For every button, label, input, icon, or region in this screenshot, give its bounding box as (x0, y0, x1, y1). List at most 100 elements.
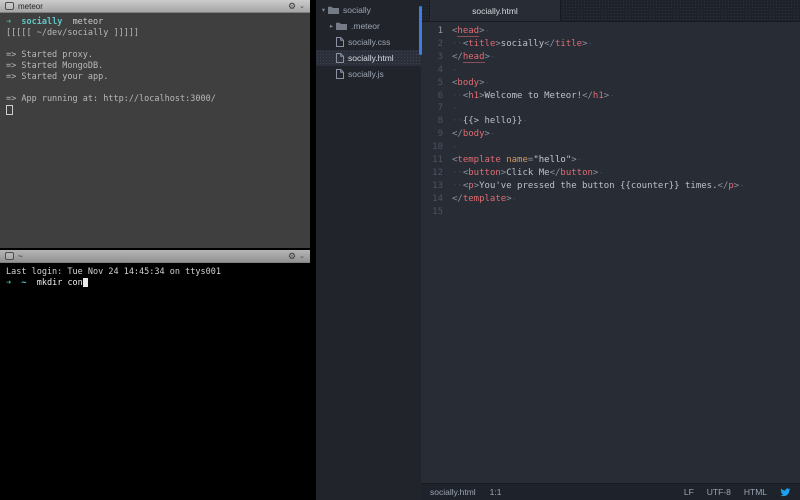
chevron-down-icon[interactable]: ⌄ (299, 3, 305, 10)
terminal-tab-icon (5, 2, 14, 10)
code-token: title (468, 38, 496, 49)
code-token: You've pressed the button {{counter}} ti… (479, 180, 718, 191)
line-number: 7 (437, 103, 443, 114)
line-number: 6 (437, 90, 443, 101)
code-line[interactable]: 8 ··{{> hello}}- (421, 115, 800, 128)
code-line[interactable]: 4- (421, 64, 800, 77)
terminal-cursor (6, 105, 13, 115)
code-content: ··<h1>Welcome to Meteor!</h1>- (452, 90, 615, 103)
code-line[interactable]: 12 ··<button>Click Me</button>- (421, 167, 800, 180)
code-content: <template name="hello">- (452, 154, 582, 167)
code-line[interactable]: 15 (421, 206, 800, 219)
code-content: </template>- (452, 193, 517, 206)
terminal-line: [[[[[ ~/dev/socially ]]]]] (6, 28, 304, 39)
terminal-text: [[[[[ ~/dev/socially ]]]]] (6, 28, 140, 38)
tree-item-socially[interactable]: ▾ socially (316, 2, 421, 18)
status-file-name[interactable]: socially.html (430, 487, 476, 497)
terminal-text: => App running at: http://localhost:3000… (6, 94, 216, 104)
line-number: 12 (432, 167, 443, 178)
code-line[interactable]: 10- (421, 141, 800, 154)
terminal-line: ➜ ~ mkdir con (6, 278, 304, 289)
folder-icon (328, 6, 339, 14)
status-line-ending[interactable]: LF (684, 487, 694, 497)
invisible-char: ·· (452, 167, 463, 178)
invisible-char: ·· (452, 90, 463, 101)
line-number: 15 (432, 206, 443, 217)
line-number: 4 (437, 64, 443, 75)
code-editor[interactable]: 1 <head>- 2 ··<title>socially</title>- 3 </he… (421, 22, 800, 483)
code-line[interactable]: 14 </template>- (421, 193, 800, 206)
file-icon (336, 53, 344, 63)
code-content (452, 206, 457, 219)
tree-item-label: socially.css (348, 37, 391, 47)
status-bar: socially.html 1:1 LF UTF-8 HTML (421, 483, 800, 500)
terminal-header[interactable]: ~ ⚙ ⌄ (0, 250, 310, 263)
code-line[interactable]: 1 <head>- (421, 25, 800, 38)
tree-item-.meteor[interactable]: ▸ .meteor (316, 18, 421, 34)
status-encoding[interactable]: UTF-8 (707, 487, 731, 497)
code-content: ··<p>You've pressed the button {{counter… (452, 180, 745, 193)
line-number: 2 (437, 38, 443, 49)
terminal-header[interactable]: meteor ⚙ ⌄ (0, 0, 310, 13)
gear-icon[interactable]: ⚙ (288, 251, 296, 261)
tab-label: socially.html (472, 5, 518, 16)
code-line[interactable]: 3 </head>- (421, 51, 800, 64)
invisible-char: - (739, 180, 745, 191)
code-line[interactable]: 13 ··<p>You've pressed the button {{count… (421, 180, 800, 193)
terminal-window-shell: ~ ⚙ ⌄ Last login: Tue Nov 24 14:45:34 on… (0, 250, 310, 500)
invisible-char: ·· (452, 38, 463, 49)
file-icon (336, 69, 344, 79)
terminal-output[interactable]: ➜ socially meteor[[[[[ ~/dev/socially ]]… (0, 13, 310, 118)
code-token: socially (500, 38, 545, 49)
code-line[interactable]: 5 <body>- (421, 77, 800, 90)
invisible-char: - (576, 155, 583, 166)
code-line[interactable]: 9 </body>- (421, 128, 800, 141)
code-token: body (462, 129, 485, 140)
terminal-text: Last login: Tue Nov 24 14:45:34 on ttys0… (6, 267, 221, 277)
editor-window: ▾ socially ▸ .meteor socially.css socially.ht… (316, 0, 800, 500)
tree-item-socially.css[interactable]: socially.css (316, 34, 421, 50)
terminal-output[interactable]: Last login: Tue Nov 24 14:45:34 on ttys0… (0, 263, 310, 289)
tab-socially-html[interactable]: socially.html (429, 0, 561, 21)
chevron-down-icon: ▾ (321, 7, 326, 14)
status-grammar[interactable]: HTML (744, 487, 767, 497)
invisible-char: - (609, 90, 615, 101)
folder-icon (328, 6, 339, 14)
terminal-tab-icon (5, 252, 14, 260)
terminal-line: ➜ socially meteor (6, 17, 304, 28)
tree-item-label: socially.html (348, 53, 394, 63)
invisible-char: - (484, 77, 490, 88)
code-line[interactable]: 6 ··<h1>Welcome to Meteor!</h1>- (421, 90, 800, 103)
twitter-bird-icon[interactable] (780, 487, 791, 498)
code-token: name (506, 155, 528, 166)
folder-icon (336, 22, 347, 30)
invisible-char: ·· (452, 116, 463, 127)
code-line[interactable]: 2 ··<title>socially</title>- (421, 38, 800, 51)
code-content: <body>- (452, 77, 490, 90)
terminal-text: => Started your app. (6, 72, 109, 82)
tree-item-socially.js[interactable]: socially.js (316, 66, 421, 82)
desktop: meteor ⚙ ⌄ ➜ socially meteor[[[[[ ~/dev/… (0, 0, 800, 500)
terminal-tab-title: ~ (18, 251, 23, 261)
chevron-down-icon[interactable]: ⌄ (299, 253, 305, 260)
line-number: 10 (432, 142, 443, 153)
invisible-char: - (511, 193, 518, 204)
code-content: ··<title>socially</title>- (452, 38, 593, 51)
code-line[interactable]: 11 <template name="hello">- (421, 154, 800, 167)
terminal-text: socially (21, 17, 63, 27)
code-token: </ (452, 193, 463, 204)
tree-item-socially.html[interactable]: socially.html (316, 50, 421, 66)
invisible-char: - (587, 38, 593, 49)
gear-icon[interactable]: ⚙ (288, 1, 296, 11)
line-number: 1 (437, 26, 443, 36)
tree-item-label: socially.js (348, 69, 384, 79)
code-line[interactable]: 7- (421, 102, 800, 115)
code-content: - (452, 64, 457, 77)
status-cursor-position[interactable]: 1:1 (490, 487, 502, 497)
code-token: </ (544, 38, 555, 49)
tree-scrollbar[interactable] (419, 6, 422, 55)
code-content: ··{{> hello}}- (452, 115, 528, 128)
